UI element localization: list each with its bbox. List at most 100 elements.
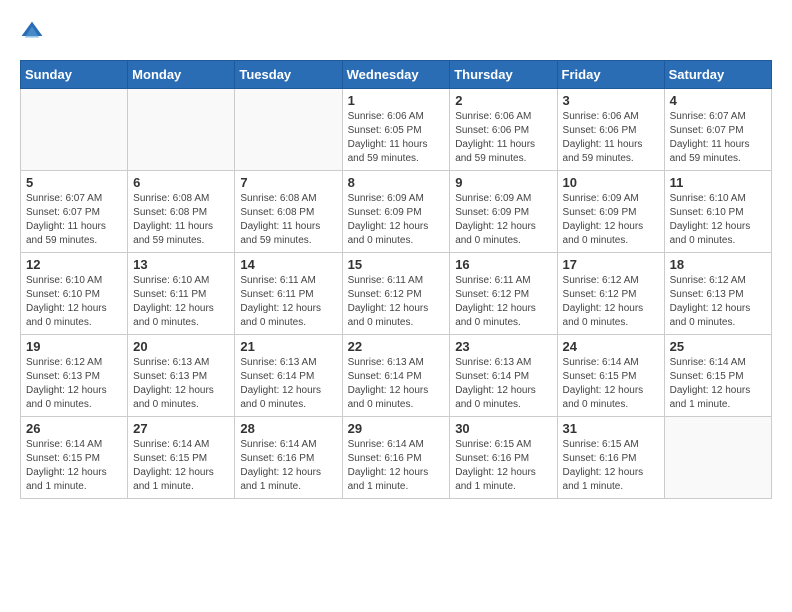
calendar-week-row: 26 Sunrise: 6:14 AM Sunset: 6:15 PM Dayli…: [21, 417, 772, 499]
day-info: Sunrise: 6:07 AM Sunset: 6:07 PM Dayligh…: [26, 192, 122, 248]
calendar-cell: 16 Sunrise: 6:11 AM Sunset: 6:12 PM Dayli…: [450, 253, 557, 335]
calendar-cell: 9 Sunrise: 6:09 AM Sunset: 6:09 PM Daylig…: [450, 171, 557, 253]
day-number: 14: [240, 257, 336, 272]
calendar-cell: 24 Sunrise: 6:14 AM Sunset: 6:15 PM Dayli…: [557, 335, 664, 417]
day-info: Sunrise: 6:14 AM Sunset: 6:15 PM Dayligh…: [26, 438, 122, 494]
day-info: Sunrise: 6:12 AM Sunset: 6:12 PM Dayligh…: [563, 274, 659, 330]
day-info: Sunrise: 6:06 AM Sunset: 6:06 PM Dayligh…: [563, 110, 659, 166]
day-number: 15: [348, 257, 445, 272]
calendar-cell: 13 Sunrise: 6:10 AM Sunset: 6:11 PM Dayli…: [128, 253, 235, 335]
day-info: Sunrise: 6:08 AM Sunset: 6:08 PM Dayligh…: [133, 192, 229, 248]
day-header-friday: Friday: [557, 61, 664, 89]
logo: [20, 20, 48, 44]
day-info: Sunrise: 6:13 AM Sunset: 6:13 PM Dayligh…: [133, 356, 229, 412]
day-info: Sunrise: 6:13 AM Sunset: 6:14 PM Dayligh…: [455, 356, 551, 412]
day-number: 11: [670, 175, 766, 190]
day-number: 24: [563, 339, 659, 354]
day-number: 18: [670, 257, 766, 272]
day-info: Sunrise: 6:13 AM Sunset: 6:14 PM Dayligh…: [348, 356, 445, 412]
day-number: 10: [563, 175, 659, 190]
day-number: 1: [348, 93, 445, 108]
calendar-cell: [664, 417, 771, 499]
day-info: Sunrise: 6:12 AM Sunset: 6:13 PM Dayligh…: [26, 356, 122, 412]
day-header-tuesday: Tuesday: [235, 61, 342, 89]
day-number: 27: [133, 421, 229, 436]
day-info: Sunrise: 6:09 AM Sunset: 6:09 PM Dayligh…: [455, 192, 551, 248]
day-number: 16: [455, 257, 551, 272]
calendar-cell: 31 Sunrise: 6:15 AM Sunset: 6:16 PM Dayli…: [557, 417, 664, 499]
calendar-cell: 22 Sunrise: 6:13 AM Sunset: 6:14 PM Dayli…: [342, 335, 450, 417]
calendar-cell: [128, 89, 235, 171]
calendar-cell: 26 Sunrise: 6:14 AM Sunset: 6:15 PM Dayli…: [21, 417, 128, 499]
calendar-cell: 4 Sunrise: 6:07 AM Sunset: 6:07 PM Daylig…: [664, 89, 771, 171]
day-header-wednesday: Wednesday: [342, 61, 450, 89]
calendar-cell: 8Sunrise: 6:09 AM Sunset: 6:09 PM Daylig…: [342, 171, 450, 253]
day-number: 3: [563, 93, 659, 108]
calendar-cell: 28 Sunrise: 6:14 AM Sunset: 6:16 PM Dayli…: [235, 417, 342, 499]
calendar-cell: 27 Sunrise: 6:14 AM Sunset: 6:15 PM Dayli…: [128, 417, 235, 499]
day-info: Sunrise: 6:06 AM Sunset: 6:06 PM Dayligh…: [455, 110, 551, 166]
day-info: Sunrise: 6:06 AM Sunset: 6:05 PM Dayligh…: [348, 110, 445, 166]
day-header-thursday: Thursday: [450, 61, 557, 89]
day-number: 20: [133, 339, 229, 354]
calendar-week-row: 19 Sunrise: 6:12 AM Sunset: 6:13 PM Dayli…: [21, 335, 772, 417]
day-number: 26: [26, 421, 122, 436]
calendar-cell: 18 Sunrise: 6:12 AM Sunset: 6:13 PM Dayli…: [664, 253, 771, 335]
calendar-cell: 15Sunrise: 6:11 AM Sunset: 6:12 PM Dayli…: [342, 253, 450, 335]
day-number: 25: [670, 339, 766, 354]
calendar-cell: 23Sunrise: 6:13 AM Sunset: 6:14 PM Dayli…: [450, 335, 557, 417]
day-info: Sunrise: 6:09 AM Sunset: 6:09 PM Dayligh…: [563, 192, 659, 248]
calendar-cell: 19 Sunrise: 6:12 AM Sunset: 6:13 PM Dayli…: [21, 335, 128, 417]
day-info: Sunrise: 6:14 AM Sunset: 6:16 PM Dayligh…: [240, 438, 336, 494]
day-number: 7: [240, 175, 336, 190]
day-number: 2: [455, 93, 551, 108]
day-info: Sunrise: 6:14 AM Sunset: 6:15 PM Dayligh…: [133, 438, 229, 494]
day-number: 21: [240, 339, 336, 354]
day-number: 31: [563, 421, 659, 436]
day-info: Sunrise: 6:11 AM Sunset: 6:11 PM Dayligh…: [240, 274, 336, 330]
calendar-cell: 14 Sunrise: 6:11 AM Sunset: 6:11 PM Dayli…: [235, 253, 342, 335]
day-number: 6: [133, 175, 229, 190]
day-info: Sunrise: 6:11 AM Sunset: 6:12 PM Dayligh…: [455, 274, 551, 330]
day-info: Sunrise: 6:10 AM Sunset: 6:11 PM Dayligh…: [133, 274, 229, 330]
day-info: Sunrise: 6:14 AM Sunset: 6:16 PM Dayligh…: [348, 438, 445, 494]
day-info: Sunrise: 6:14 AM Sunset: 6:15 PM Dayligh…: [670, 356, 766, 412]
calendar-cell: 3 Sunrise: 6:06 AM Sunset: 6:06 PM Daylig…: [557, 89, 664, 171]
calendar-cell: 10 Sunrise: 6:09 AM Sunset: 6:09 PM Dayli…: [557, 171, 664, 253]
day-number: 5: [26, 175, 122, 190]
day-info: Sunrise: 6:14 AM Sunset: 6:15 PM Dayligh…: [563, 356, 659, 412]
day-number: 17: [563, 257, 659, 272]
calendar-cell: 29 Sunrise: 6:14 AM Sunset: 6:16 PM Dayli…: [342, 417, 450, 499]
day-number: 9: [455, 175, 551, 190]
day-number: 28: [240, 421, 336, 436]
day-number: 22: [348, 339, 445, 354]
day-number: 30: [455, 421, 551, 436]
day-info: Sunrise: 6:07 AM Sunset: 6:07 PM Dayligh…: [670, 110, 766, 166]
calendar-cell: [21, 89, 128, 171]
calendar-week-row: 5 Sunrise: 6:07 AM Sunset: 6:07 PM Daylig…: [21, 171, 772, 253]
calendar-cell: [235, 89, 342, 171]
day-header-saturday: Saturday: [664, 61, 771, 89]
day-number: 12: [26, 257, 122, 272]
day-number: 4: [670, 93, 766, 108]
calendar-cell: 17 Sunrise: 6:12 AM Sunset: 6:12 PM Dayli…: [557, 253, 664, 335]
calendar-cell: 6 Sunrise: 6:08 AM Sunset: 6:08 PM Daylig…: [128, 171, 235, 253]
day-number: 19: [26, 339, 122, 354]
day-info: Sunrise: 6:09 AM Sunset: 6:09 PM Dayligh…: [348, 192, 445, 248]
day-info: Sunrise: 6:15 AM Sunset: 6:16 PM Dayligh…: [455, 438, 551, 494]
day-number: 13: [133, 257, 229, 272]
day-number: 29: [348, 421, 445, 436]
page-header: [20, 20, 772, 44]
day-header-sunday: Sunday: [21, 61, 128, 89]
day-header-monday: Monday: [128, 61, 235, 89]
day-info: Sunrise: 6:10 AM Sunset: 6:10 PM Dayligh…: [26, 274, 122, 330]
calendar-cell: 20 Sunrise: 6:13 AM Sunset: 6:13 PM Dayli…: [128, 335, 235, 417]
calendar-cell: 5 Sunrise: 6:07 AM Sunset: 6:07 PM Daylig…: [21, 171, 128, 253]
day-info: Sunrise: 6:08 AM Sunset: 6:08 PM Dayligh…: [240, 192, 336, 248]
day-info: Sunrise: 6:12 AM Sunset: 6:13 PM Dayligh…: [670, 274, 766, 330]
calendar-cell: 7 Sunrise: 6:08 AM Sunset: 6:08 PM Daylig…: [235, 171, 342, 253]
logo-icon: [20, 20, 44, 44]
day-info: Sunrise: 6:15 AM Sunset: 6:16 PM Dayligh…: [563, 438, 659, 494]
calendar-cell: 11Sunrise: 6:10 AM Sunset: 6:10 PM Dayli…: [664, 171, 771, 253]
calendar-week-row: 12 Sunrise: 6:10 AM Sunset: 6:10 PM Dayli…: [21, 253, 772, 335]
